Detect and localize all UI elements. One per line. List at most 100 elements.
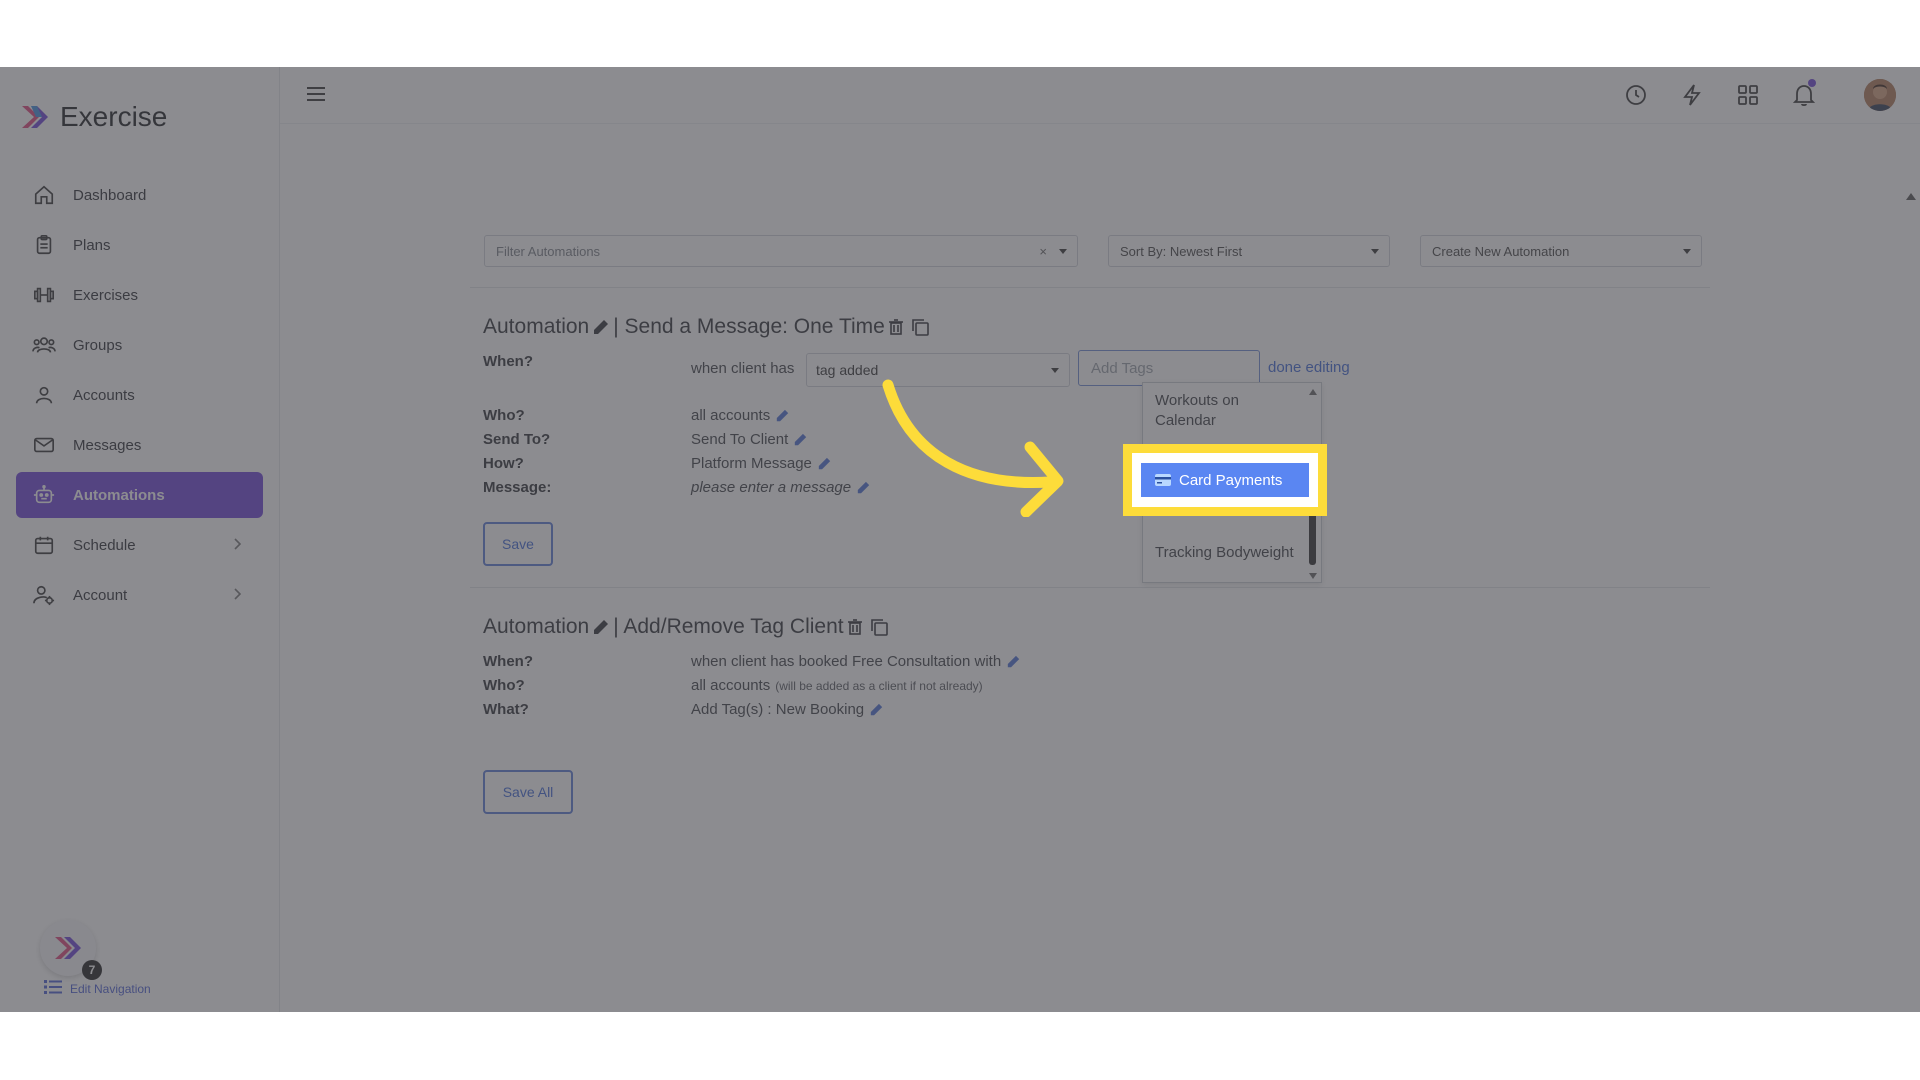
divider [470, 587, 1710, 588]
trash-icon[interactable] [888, 319, 903, 335]
copy-icon[interactable] [911, 318, 929, 336]
copy-icon[interactable] [870, 618, 888, 636]
sidebar-item-label: Plans [73, 236, 111, 254]
avatar[interactable] [1864, 79, 1896, 111]
pencil-icon[interactable] [794, 433, 807, 446]
pencil-icon[interactable] [857, 481, 870, 494]
bell-icon[interactable] [1790, 79, 1818, 109]
sidebar-item-label: Dashboard [73, 186, 147, 204]
chevron-down-icon[interactable] [1059, 249, 1067, 254]
main-content: Filter Automations × Sort By: Newest Fir… [280, 124, 1900, 1012]
filter-input[interactable]: Filter Automations × [484, 235, 1078, 267]
add-tags-placeholder: Add Tags [1091, 359, 1154, 377]
done-editing-link[interactable]: done editing [1268, 359, 1350, 376]
sidebar-item-label: Messages [73, 436, 142, 454]
brand-name: Exercise [60, 101, 168, 132]
pencil-icon[interactable] [818, 457, 831, 470]
brand-logo-icon [55, 937, 81, 959]
robot-icon [32, 483, 56, 507]
what-label: What? [483, 701, 529, 718]
automation-title-prefix: Automation [483, 615, 590, 638]
sidebar-item-groups[interactable]: Groups [16, 322, 263, 368]
message-value: please enter a message [691, 479, 870, 496]
who-note: (will be added as a client if not alread… [775, 678, 983, 693]
clear-icon[interactable]: × [1039, 244, 1047, 259]
how-text: Platform Message [691, 455, 812, 472]
sidebar-item-label: Automations [73, 486, 165, 504]
dumbbell-icon [32, 283, 56, 307]
sidebar-item-label: Accounts [73, 386, 135, 404]
sidebar-item-dashboard[interactable]: Dashboard [16, 172, 263, 218]
topbar [280, 67, 1920, 124]
sort-select[interactable]: Sort By: Newest First [1108, 235, 1390, 267]
apps-grid-icon[interactable] [1734, 81, 1762, 109]
how-label: How? [483, 455, 524, 472]
save-all-button[interactable]: Save All [483, 770, 573, 814]
who-label: Who? [483, 407, 525, 424]
trash-icon[interactable] [847, 619, 862, 635]
pencil-icon[interactable] [870, 703, 883, 716]
dropdown-option-label: Card Payments [1179, 471, 1283, 489]
sidebar-item-accounts[interactable]: Accounts [16, 372, 263, 418]
list-icon [44, 979, 62, 998]
who-value: all accounts [691, 407, 789, 424]
dropdown-option[interactable]: Tracking Bodyweight [1155, 543, 1295, 563]
chevron-down-icon [1683, 249, 1691, 254]
create-automation-select[interactable]: Create New Automation [1420, 235, 1702, 267]
message-text: please enter a message [691, 479, 852, 496]
mail-icon [32, 433, 56, 457]
notification-dot [1808, 79, 1816, 87]
user-gear-icon [32, 583, 56, 607]
dropdown-option[interactable]: Workouts on Calendar [1155, 391, 1295, 431]
sidebar-item-plans[interactable]: Plans [16, 222, 263, 268]
dropdown-option-card-payments[interactable]: Card Payments [1141, 463, 1309, 497]
when-text: when client has booked Free Consultation… [691, 653, 1002, 670]
credit-card-icon [1155, 474, 1171, 486]
edit-navigation-label: Edit Navigation [70, 981, 151, 996]
sidebar-item-account[interactable]: Account [16, 572, 263, 618]
send-to-text: Send To Client [691, 431, 789, 448]
sidebar-item-automations[interactable]: Automations [16, 472, 263, 518]
send-to-label: Send To? [483, 431, 551, 448]
sidebar-item-label: Schedule [73, 536, 136, 554]
when-value: when client has booked Free Consultation… [691, 653, 1020, 670]
chevron-right-icon [233, 535, 243, 557]
pencil-icon[interactable] [593, 319, 609, 335]
when-text: when client has [691, 360, 795, 377]
pencil-icon[interactable] [776, 409, 789, 422]
add-tags-input[interactable]: Add Tags [1078, 350, 1260, 386]
who-text: all accounts [691, 677, 771, 694]
chevron-right-icon [233, 585, 243, 607]
sidebar-item-exercises[interactable]: Exercises [16, 272, 263, 318]
who-label: Who? [483, 677, 525, 694]
what-text: Add Tag(s) : New Booking [691, 701, 865, 718]
lightning-icon[interactable] [1678, 81, 1706, 109]
clipboard-icon [32, 233, 56, 257]
who-value: all accounts (will be added as a client … [691, 677, 983, 694]
sidebar: Exercise Dashboard Plans Exercises Group… [0, 67, 280, 1012]
page-scroll-up-icon[interactable] [1906, 193, 1916, 200]
history-icon[interactable] [1622, 81, 1650, 109]
chevron-down-icon [1051, 368, 1059, 373]
create-label: Create New Automation [1432, 243, 1570, 259]
brand[interactable]: Exercise [20, 99, 167, 135]
users-icon [32, 333, 56, 357]
edit-navigation-bubble[interactable]: 7 [40, 920, 102, 980]
sidebar-item-label: Groups [73, 336, 123, 354]
message-label: Message: [483, 479, 552, 496]
save-button[interactable]: Save [483, 522, 553, 566]
automation-1-title: Automation | Send a Message: One Time [483, 315, 933, 339]
pencil-icon[interactable] [1007, 655, 1020, 668]
edit-navigation-link[interactable]: Edit Navigation [44, 979, 151, 998]
sidebar-item-messages[interactable]: Messages [16, 422, 263, 468]
pencil-icon[interactable] [593, 619, 609, 635]
edit-navigation-widget[interactable]: 7 [40, 920, 102, 980]
automation-title-suffix: | Add/Remove Tag Client [613, 615, 844, 638]
sidebar-item-schedule[interactable]: Schedule [16, 522, 263, 568]
user-icon [32, 383, 56, 407]
divider [470, 287, 1710, 288]
chevron-down-icon [1371, 249, 1379, 254]
home-icon [32, 183, 56, 207]
when-trigger-value: tag added [816, 362, 879, 378]
menu-toggle-icon[interactable] [306, 85, 326, 108]
